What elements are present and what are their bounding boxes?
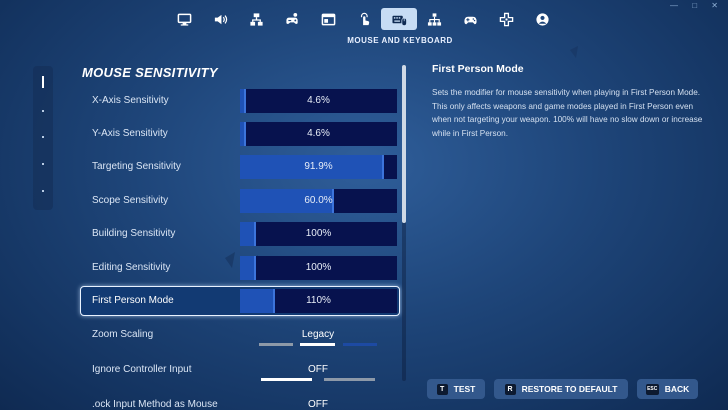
key-hint: R (504, 383, 516, 395)
description-title: First Person Mode (432, 63, 524, 75)
button-label: RESTORE TO DEFAULT (521, 384, 618, 394)
button-label: TEST (453, 384, 476, 394)
option-segment[interactable] (343, 343, 377, 346)
section-nav-dot[interactable] (42, 163, 44, 165)
slider-row-scope-sensitivity[interactable]: Scope Sensitivity 60.0% (80, 186, 400, 216)
section-nav-dot[interactable] (42, 110, 44, 112)
section-nav-rail (33, 66, 53, 210)
scrollbar-thumb[interactable] (402, 65, 406, 223)
slider-label: X-Axis Sensitivity (92, 95, 169, 106)
slider-value: 110% (306, 295, 331, 306)
option-value: OFF (308, 364, 328, 375)
slider-bar[interactable]: 60.0% (240, 189, 397, 213)
key-hint: ESC (645, 383, 659, 395)
option-value: Legacy (301, 329, 335, 340)
option-label: Zoom Scaling (92, 329, 154, 340)
slider-label: Y-Axis Sensitivity (92, 128, 168, 139)
slider-label: First Person Mode (92, 295, 174, 306)
description-body: Sets the modifier for mouse sensitivity … (432, 88, 703, 139)
option-label: .ock Input Method as Mouse (92, 399, 218, 410)
option-segment[interactable] (259, 343, 293, 346)
section-title: MOUSE SENSITIVITY (82, 65, 218, 80)
button-label: BACK (664, 384, 690, 394)
slider-bar[interactable]: 4.6% (240, 122, 397, 146)
slider-bar[interactable]: 100% (240, 256, 397, 280)
restore-default-button[interactable]: R RESTORE TO DEFAULT (494, 379, 628, 399)
option-segment-selected[interactable] (300, 343, 335, 346)
slider-row-editing-sensitivity[interactable]: Editing Sensitivity 100% (80, 253, 400, 283)
settings-scrollbar[interactable] (402, 65, 406, 381)
section-nav-dot[interactable] (42, 136, 44, 138)
option-row-lock-input-method[interactable]: .ock Input Method as Mouse OFF (80, 390, 400, 410)
option-row-zoom-scaling[interactable]: Zoom Scaling Legacy (80, 320, 400, 350)
slider-bar[interactable]: 4.6% (240, 89, 397, 113)
slider-value: 91.9% (304, 161, 333, 172)
slider-value: 4.6% (307, 128, 330, 139)
slider-bar[interactable]: 110% (240, 289, 397, 313)
key-hint: T (436, 383, 448, 395)
test-button[interactable]: T TEST (427, 379, 485, 399)
slider-value: 100% (305, 262, 332, 273)
slider-value: 60.0% (304, 195, 333, 206)
option-segment[interactable] (324, 378, 375, 381)
option-value: OFF (308, 399, 328, 410)
slider-row-x-axis-sensitivity[interactable]: X-Axis Sensitivity 4.6% (80, 86, 400, 116)
option-label: Ignore Controller Input (92, 364, 192, 375)
slider-label: Scope Sensitivity (92, 195, 169, 206)
slider-value: 100% (305, 228, 332, 239)
slider-row-building-sensitivity[interactable]: Building Sensitivity 100% (80, 219, 400, 249)
slider-label: Building Sensitivity (92, 228, 176, 239)
option-row-ignore-controller-input[interactable]: Ignore Controller Input OFF (80, 355, 400, 385)
back-button[interactable]: ESC BACK (637, 379, 698, 399)
slider-bar[interactable]: 100% (240, 222, 397, 246)
slider-label: Targeting Sensitivity (92, 161, 181, 172)
slider-label: Editing Sensitivity (92, 262, 171, 273)
slider-row-first-person-mode[interactable]: First Person Mode 110% (80, 286, 400, 316)
slider-row-y-axis-sensitivity[interactable]: Y-Axis Sensitivity 4.6% (80, 119, 400, 149)
slider-row-targeting-sensitivity[interactable]: Targeting Sensitivity 91.9% (80, 152, 400, 182)
section-nav-active-marker[interactable] (42, 76, 44, 88)
option-segment-selected[interactable] (261, 378, 312, 381)
section-nav-dot[interactable] (42, 190, 44, 192)
slider-bar[interactable]: 91.9% (240, 155, 397, 179)
slider-value: 4.6% (307, 95, 330, 106)
